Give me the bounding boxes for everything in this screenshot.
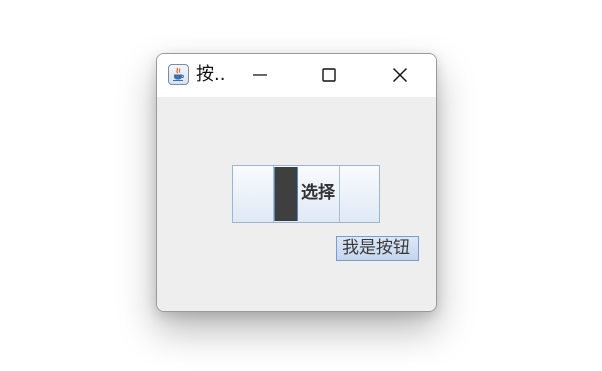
window-title: 按.. <box>196 64 226 85</box>
close-button[interactable] <box>377 54 423 97</box>
desktop: 按.. 选择 我是按钮 <box>0 0 602 371</box>
push-button-label: 我是按钮 <box>342 238 410 258</box>
close-icon <box>393 68 407 82</box>
content-pane: 选择 我是按钮 <box>157 97 436 311</box>
toggle-thumb[interactable] <box>274 167 298 221</box>
app-window: 按.. 选择 我是按钮 <box>156 53 437 312</box>
maximize-icon <box>322 68 336 82</box>
title-bar[interactable]: 按.. <box>157 54 436 97</box>
minimize-button[interactable] <box>237 54 283 97</box>
maximize-button[interactable] <box>306 54 352 97</box>
select-toggle-control[interactable]: 选择 <box>232 165 380 223</box>
minimize-icon <box>253 74 267 76</box>
java-cup-icon[interactable] <box>168 64 189 85</box>
segment-divider <box>339 166 340 222</box>
toggle-label: 选择 <box>301 183 335 203</box>
push-button[interactable]: 我是按钮 <box>336 236 419 261</box>
